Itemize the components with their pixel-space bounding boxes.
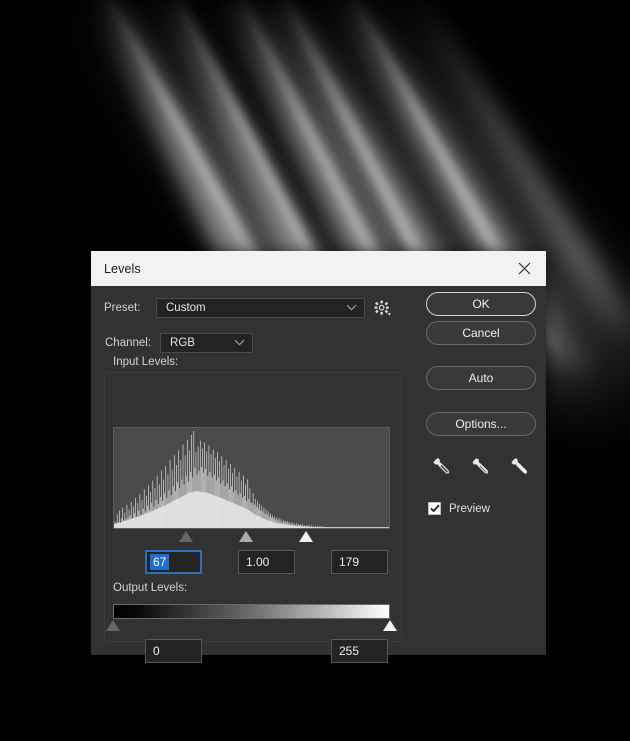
set-gray-point-eyedropper-icon — [468, 454, 496, 482]
channel-dropdown[interactable]: RGB — [160, 333, 253, 353]
output-white-point-field[interactable]: 255 — [331, 639, 388, 663]
output-white-point-value: 255 — [339, 644, 359, 658]
checkmark-icon — [430, 504, 440, 513]
options-button[interactable]: Options... — [426, 412, 536, 436]
set-black-point-eyedropper-icon — [429, 454, 457, 482]
preset-value: Custom — [157, 302, 206, 314]
set-black-point-eyedropper-button[interactable] — [429, 454, 457, 482]
output-levels-gradient-bar — [113, 604, 390, 619]
gear-icon — [374, 300, 391, 317]
output-levels-slider-track[interactable] — [113, 619, 390, 632]
dialog-body: Preset: Custom — [91, 286, 546, 655]
preview-checkbox[interactable] — [428, 502, 441, 515]
close-button[interactable] — [502, 251, 546, 286]
output-white-point-slider[interactable] — [383, 620, 397, 631]
levels-dialog: Levels Preset: Custom — [91, 251, 546, 655]
input-gamma-slider[interactable] — [239, 531, 253, 542]
ok-button[interactable]: OK — [426, 292, 536, 316]
input-levels-histogram[interactable] — [113, 427, 390, 529]
histogram-svg — [114, 428, 389, 528]
dialog-title: Levels — [104, 262, 141, 276]
set-white-point-eyedropper-button[interactable] — [507, 454, 535, 482]
input-gamma-value: 1.00 — [246, 555, 269, 569]
preset-dropdown[interactable]: Custom — [156, 298, 365, 318]
dialog-title-bar[interactable]: Levels — [91, 251, 546, 286]
channel-value: RGB — [161, 337, 195, 349]
input-levels-slider-track[interactable] — [113, 530, 390, 543]
preset-label: Preset: — [91, 302, 156, 314]
output-black-point-field[interactable]: 0 — [145, 639, 202, 663]
input-levels-label: Input Levels: — [113, 356, 178, 368]
preview-toggle[interactable]: Preview — [428, 502, 490, 515]
input-gamma-field[interactable]: 1.00 — [238, 550, 295, 574]
preset-row: Preset: Custom — [91, 297, 411, 319]
input-levels-fields: 67 1.00 179 — [113, 550, 390, 574]
set-gray-point-eyedropper-button[interactable] — [468, 454, 496, 482]
auto-button[interactable]: Auto — [426, 366, 536, 390]
set-white-point-eyedropper-icon — [507, 454, 535, 482]
channel-row: Channel: RGB — [105, 333, 253, 353]
output-levels-fields: 0 255 — [113, 639, 390, 663]
input-white-point-slider[interactable] — [299, 531, 313, 542]
close-icon — [518, 262, 531, 275]
chevron-down-icon — [234, 339, 245, 346]
output-levels-label: Output Levels: — [113, 582, 187, 594]
preset-options-gear-button[interactable] — [374, 299, 394, 317]
input-black-point-value: 67 — [150, 554, 169, 570]
input-black-point-slider[interactable] — [179, 531, 193, 542]
preview-label: Preview — [449, 503, 490, 515]
channel-label: Channel: — [105, 337, 151, 349]
chevron-down-icon — [346, 304, 357, 311]
output-black-point-slider[interactable] — [106, 620, 120, 631]
output-black-point-value: 0 — [153, 644, 160, 658]
cancel-button[interactable]: Cancel — [426, 321, 536, 345]
eyedropper-group — [427, 454, 537, 482]
input-black-point-field[interactable]: 67 — [145, 550, 202, 574]
input-white-point-field[interactable]: 179 — [331, 550, 388, 574]
input-white-point-value: 179 — [339, 555, 359, 569]
